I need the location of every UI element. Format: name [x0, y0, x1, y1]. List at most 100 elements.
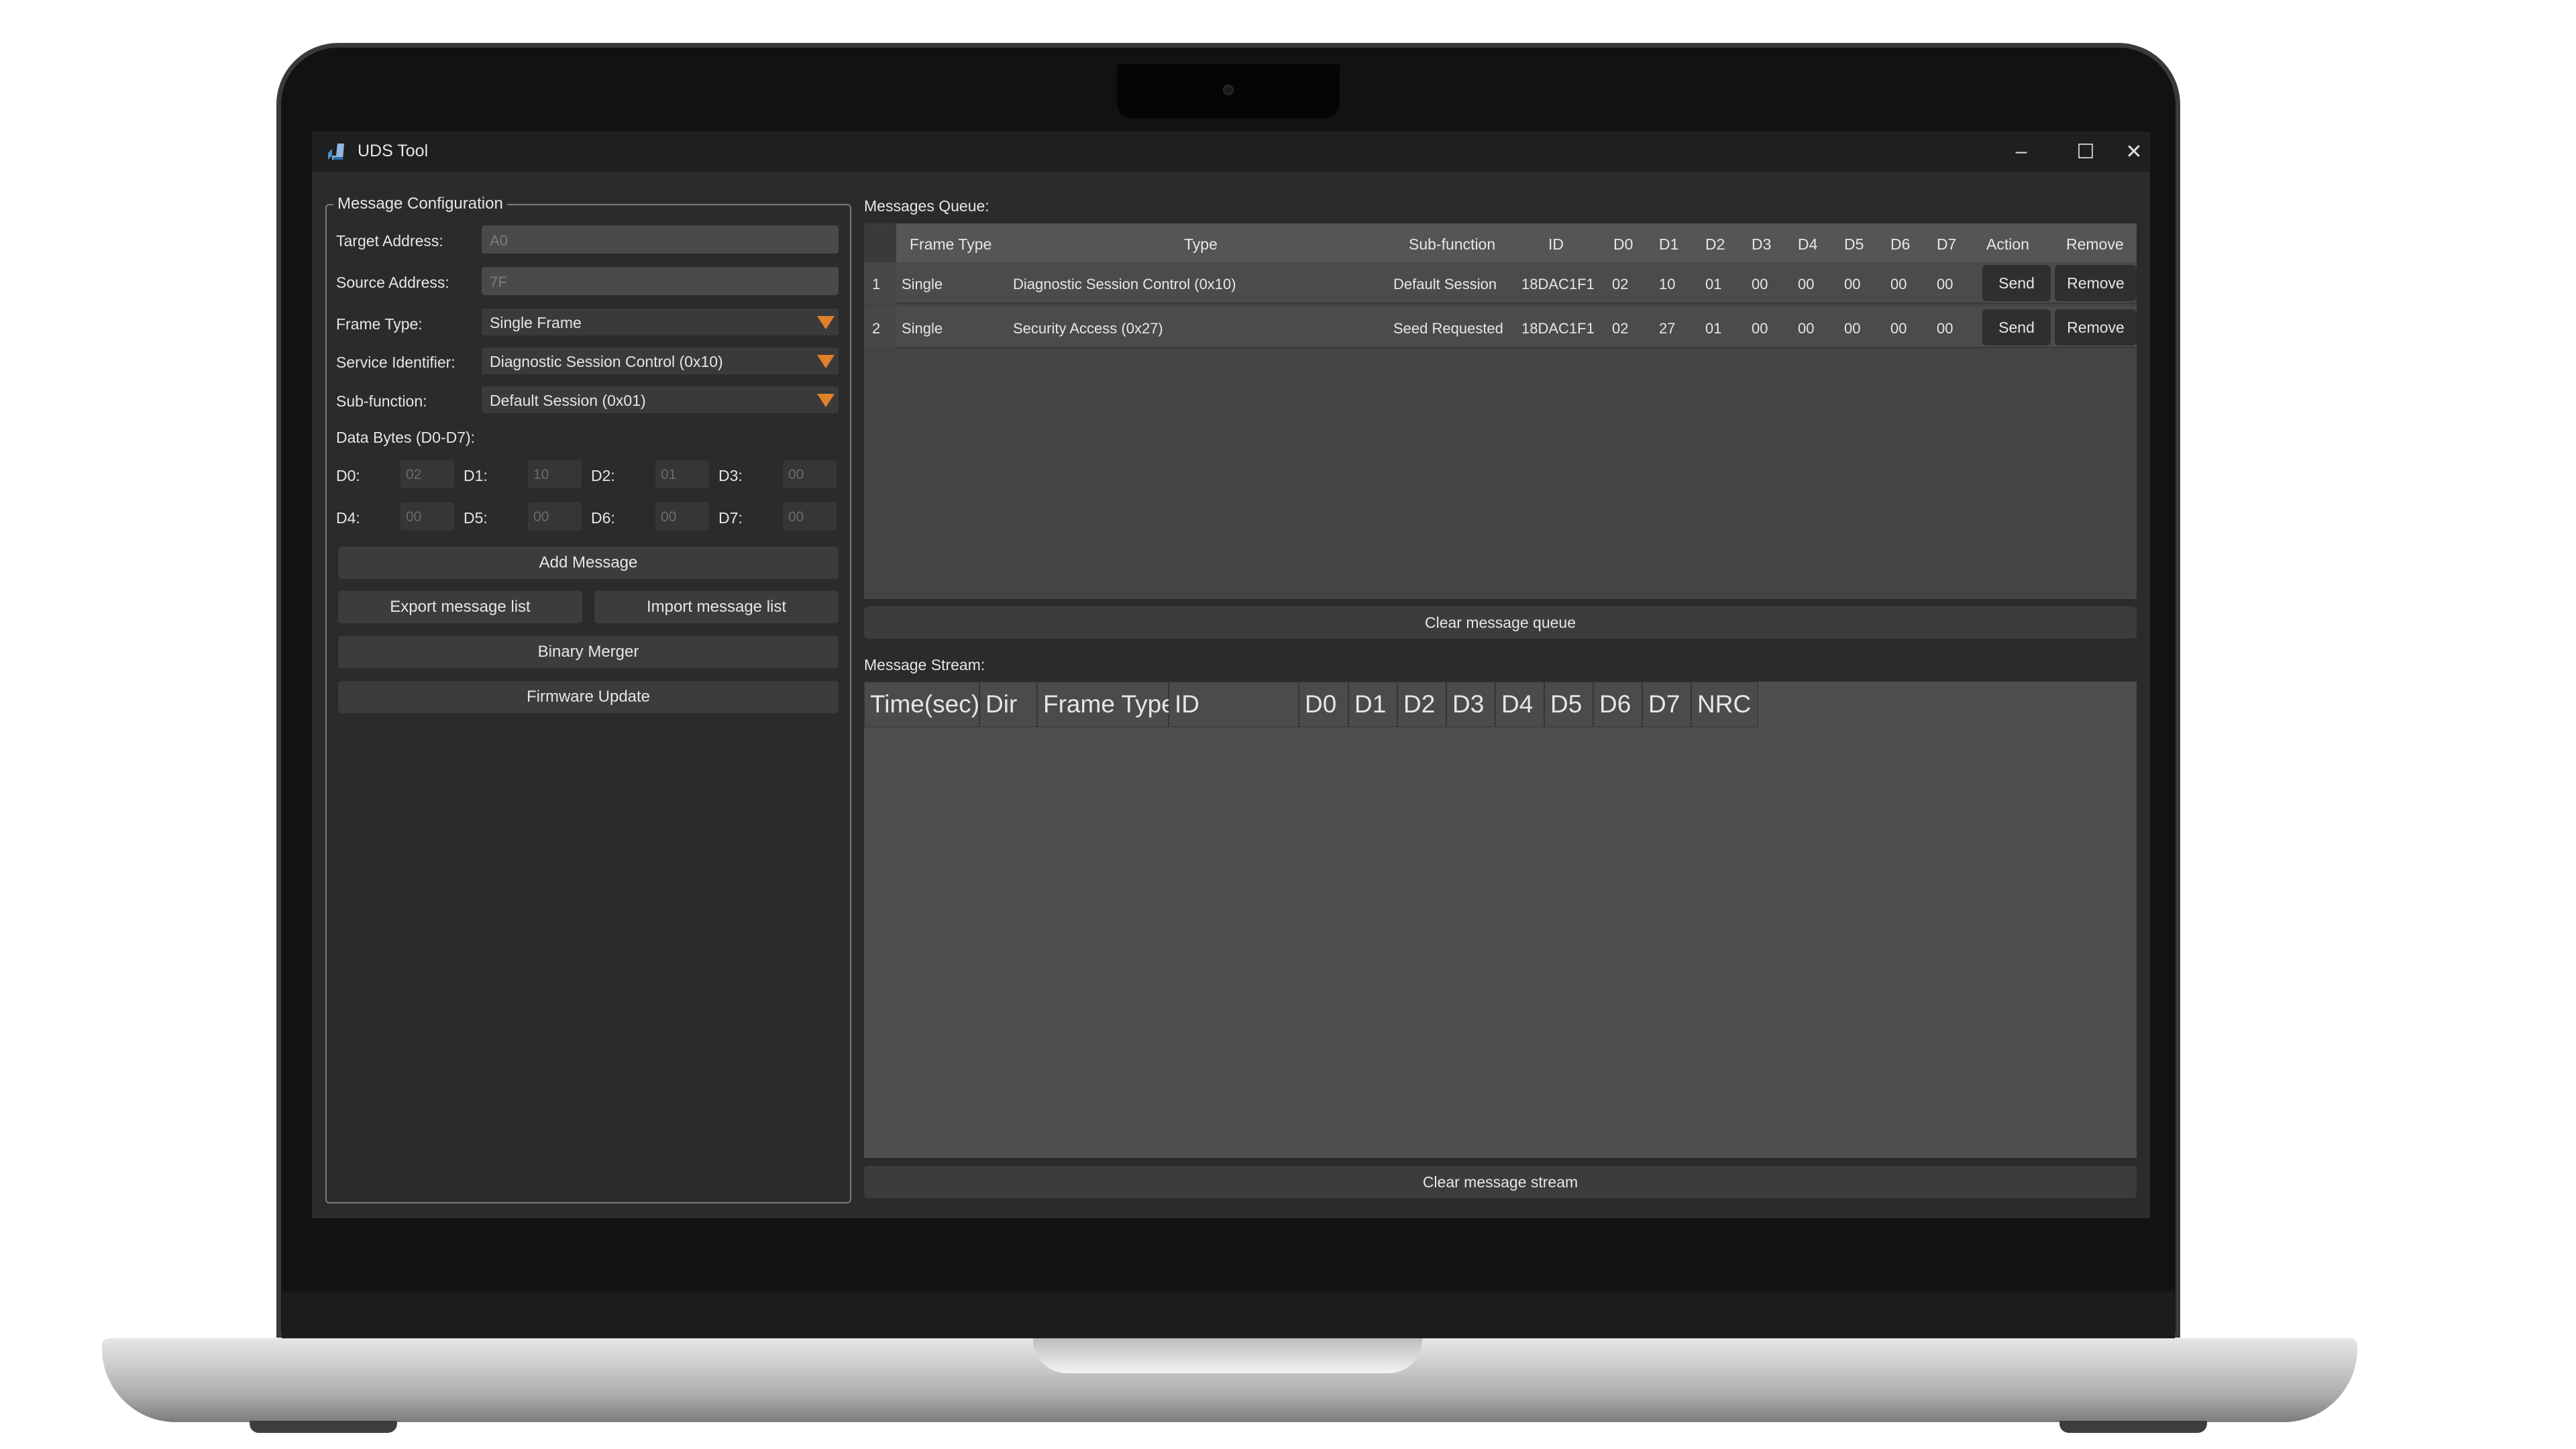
queue-col-action[interactable]: Action [1986, 235, 2029, 254]
import-message-list-button[interactable]: Import message list [594, 590, 839, 624]
cell-d6: 00 [1890, 320, 1907, 337]
queue-row[interactable]: 2 Single Security Access (0x27) Seed Req… [864, 307, 2137, 348]
queue-col-d3[interactable]: D3 [1752, 235, 1771, 254]
byte-label-d5: D5: [464, 509, 488, 527]
send-button[interactable]: Send [1982, 309, 2051, 345]
queue-col-d0[interactable]: D0 [1613, 235, 1633, 254]
firmware-update-button[interactable]: Firmware Update [337, 680, 839, 714]
byte-label-d0: D0: [336, 467, 360, 484]
queue-col-d1[interactable]: D1 [1659, 235, 1678, 254]
queue-col-d4[interactable]: D4 [1798, 235, 1817, 254]
sub-function-select[interactable]: Default Session (0x01) [482, 386, 839, 413]
source-address-input[interactable]: 7F [482, 267, 839, 295]
dropdown-arrow-icon [817, 394, 835, 407]
binary-merger-button[interactable]: Binary Merger [337, 635, 839, 669]
send-button[interactable]: Send [1982, 265, 2051, 301]
cell-d2: 01 [1705, 276, 1722, 292]
cell-d0: 02 [1612, 276, 1629, 292]
queue-col-d6[interactable]: D6 [1890, 235, 1910, 254]
byte-input-d4[interactable]: 00 [400, 502, 454, 531]
byte-input-d7[interactable]: 00 [783, 502, 837, 531]
byte-label-d6: D6: [591, 509, 615, 527]
stream-col-d0[interactable]: D0 [1299, 682, 1348, 727]
cell-d1: 27 [1659, 320, 1676, 337]
stream-col-d7[interactable]: D7 [1642, 682, 1691, 727]
remove-button[interactable]: Remove [2055, 309, 2137, 345]
queue-col-d7[interactable]: D7 [1937, 235, 1956, 254]
source-address-label: Source Address: [336, 274, 449, 291]
cell-type: Security Access (0x27) [1013, 320, 1163, 337]
laptop-chin [282, 1291, 2175, 1342]
stream-col-nrc[interactable]: NRC [1691, 682, 1758, 727]
queue-col-sub-function[interactable]: Sub-function [1409, 235, 1495, 254]
stream-col-dir[interactable]: Dir [979, 682, 1037, 727]
messages-queue-table[interactable]: Frame Type Type Sub-function ID D0 D1 D2… [864, 223, 2137, 599]
stream-col-d1[interactable]: D1 [1348, 682, 1397, 727]
clear-message-queue-button[interactable]: Clear message queue [864, 606, 2137, 639]
queue-corner-cell [864, 223, 896, 262]
dropdown-arrow-icon [817, 355, 835, 368]
laptop-foot-left [250, 1421, 397, 1433]
byte-label-d1: D1: [464, 467, 488, 484]
queue-col-id[interactable]: ID [1548, 235, 1564, 254]
queue-col-d2[interactable]: D2 [1705, 235, 1725, 254]
service-identifier-label: Service Identifier: [336, 354, 455, 371]
queue-row[interactable]: 1 Single Diagnostic Session Control (0x1… [864, 262, 2137, 304]
queue-col-remove[interactable]: Remove [2066, 235, 2124, 254]
byte-input-d6[interactable]: 00 [655, 502, 709, 531]
window-title: UDS Tool [358, 142, 429, 160]
cell-frame-type: Single [902, 276, 943, 292]
byte-input-d1[interactable]: 10 [528, 460, 582, 488]
message-stream-table[interactable]: Time(sec) Dir Frame Type ID D0 D1 D2 D3 … [864, 682, 2137, 1158]
cell-d5: 00 [1844, 320, 1861, 337]
title-bar[interactable]: UDS Tool – ☐ ✕ [312, 131, 2150, 172]
export-message-list-button[interactable]: Export message list [337, 590, 583, 624]
cell-sub-function: Default Session [1393, 276, 1497, 292]
frame-type-value: Single Frame [490, 314, 582, 331]
stream-col-id[interactable]: ID [1169, 682, 1299, 727]
byte-input-d2[interactable]: 01 [655, 460, 709, 488]
cell-d0: 02 [1612, 320, 1629, 337]
target-address-input[interactable]: A0 [482, 225, 839, 254]
app-logo-icon [328, 144, 344, 160]
camera-icon [1223, 85, 1234, 95]
stream-col-d5[interactable]: D5 [1544, 682, 1593, 727]
frame-type-label: Frame Type: [336, 315, 423, 333]
maximize-button[interactable]: ☐ [2053, 131, 2118, 172]
stream-col-time[interactable]: Time(sec) [864, 682, 979, 727]
stream-col-d2[interactable]: D2 [1397, 682, 1446, 727]
minimize-button[interactable]: – [1989, 131, 2053, 172]
frame-type-select[interactable]: Single Frame [482, 309, 839, 335]
cell-d3: 00 [1752, 276, 1768, 292]
cell-d6: 00 [1890, 276, 1907, 292]
queue-col-d5[interactable]: D5 [1844, 235, 1864, 254]
service-identifier-select[interactable]: Diagnostic Session Control (0x10) [482, 347, 839, 374]
stream-col-d4[interactable]: D4 [1495, 682, 1544, 727]
add-message-button[interactable]: Add Message [337, 546, 839, 580]
byte-input-d0[interactable]: 02 [400, 460, 454, 488]
queue-header-row: Frame Type Type Sub-function ID D0 D1 D2… [864, 223, 2137, 262]
cell-d4: 00 [1798, 276, 1815, 292]
queue-col-frame-type[interactable]: Frame Type [910, 235, 991, 254]
cell-id: 18DAC1F1 [1521, 320, 1595, 337]
cell-d7: 00 [1937, 276, 1953, 292]
remove-button[interactable]: Remove [2055, 265, 2137, 301]
cell-frame-type: Single [902, 320, 943, 337]
app-window: UDS Tool – ☐ ✕ Message Configuration Tar… [312, 131, 2150, 1218]
stream-col-d6[interactable]: D6 [1593, 682, 1642, 727]
queue-col-type[interactable]: Type [1184, 235, 1218, 254]
cell-sub-function: Seed Requested [1393, 320, 1503, 337]
byte-input-d5[interactable]: 00 [528, 502, 582, 531]
laptop-opening-notch [1033, 1338, 1422, 1373]
cell-type: Diagnostic Session Control (0x10) [1013, 276, 1236, 292]
byte-label-d7: D7: [718, 509, 743, 527]
byte-input-d3[interactable]: 00 [783, 460, 837, 488]
cell-d3: 00 [1752, 320, 1768, 337]
target-address-label: Target Address: [336, 232, 443, 250]
close-button[interactable]: ✕ [2118, 131, 2150, 172]
clear-message-stream-button[interactable]: Clear message stream [864, 1166, 2137, 1198]
stream-col-frame-type[interactable]: Frame Type [1037, 682, 1175, 727]
main-content: Message Configuration Target Address: A0… [312, 172, 2150, 1218]
stream-col-d3[interactable]: D3 [1446, 682, 1495, 727]
messages-queue-label: Messages Queue: [864, 197, 989, 215]
